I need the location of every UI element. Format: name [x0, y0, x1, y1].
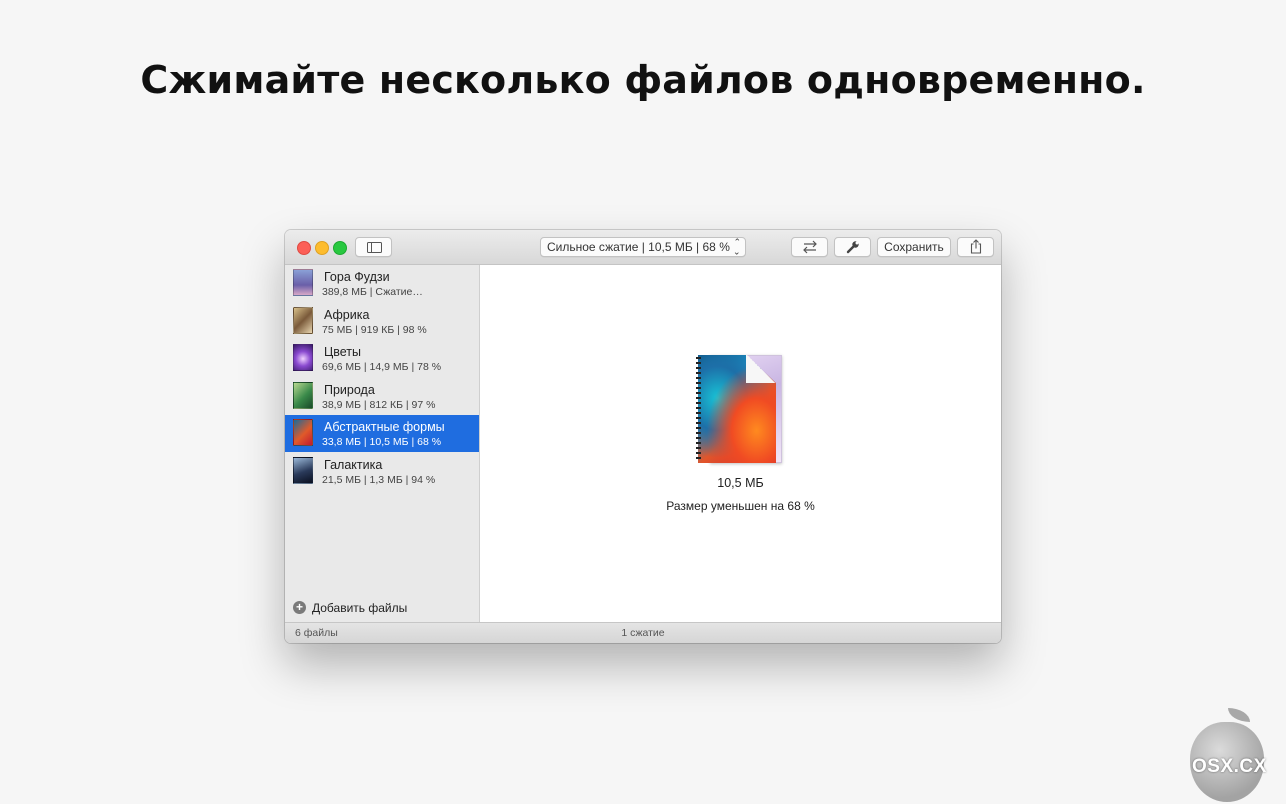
preview-pane: 10,5 МБ Размер уменьшен на 68 % [480, 265, 1001, 622]
plus-icon: + [293, 601, 306, 614]
share-button[interactable] [957, 237, 994, 257]
swap-arrows-icon [802, 240, 817, 254]
file-name: Абстрактные формы [324, 420, 445, 434]
toolbar: Сильное сжатие | 10,5 МБ | 68 % ⌃ ⌃ Сохра… [285, 230, 1001, 265]
file-thumbnail [293, 306, 313, 334]
share-icon [970, 239, 981, 254]
file-thumbnail [293, 269, 313, 296]
minimize-window-button[interactable] [315, 241, 329, 255]
file-meta: 69,6 МБ | 14,9 МБ | 78 % [322, 361, 442, 373]
apple-leaf-shape [1228, 708, 1250, 722]
file-list-item[interactable]: Природа 38,9 МБ | 812 КБ | 97 % [285, 378, 479, 415]
document-fold [746, 355, 776, 383]
watermark-logo: OSX.CX [1186, 706, 1282, 804]
file-name: Природа [324, 382, 375, 397]
file-thumbnail [293, 344, 313, 371]
app-window: Сильное сжатие | 10,5 МБ | 68 % ⌃ ⌃ Сохра… [285, 230, 1001, 643]
save-button[interactable]: Сохранить [877, 237, 951, 257]
add-files-label: Добавить файлы [312, 601, 408, 615]
file-name: Гора Фудзи [324, 270, 390, 284]
file-list-item-selected[interactable]: Абстрактные формы 33,8 МБ | 10,5 МБ | 68… [285, 415, 479, 452]
file-meta: 33,8 МБ | 10,5 МБ | 68 % [322, 436, 442, 448]
file-name: Галактика [324, 457, 383, 472]
file-name: Цветы [324, 345, 361, 359]
file-meta: 389,8 МБ | Сжатие… [322, 286, 423, 298]
settings-button[interactable] [834, 237, 871, 257]
file-sidebar: Гора Фудзи 389,8 МБ | Сжатие… Африка 75 … [285, 265, 480, 622]
zoom-window-button[interactable] [333, 241, 347, 255]
watermark-text: OSX.CX [1192, 756, 1267, 777]
up-down-chevron-icon: ⌃ ⌃ [733, 237, 741, 257]
file-thumbnail [293, 419, 313, 446]
compressed-document-icon [696, 355, 782, 465]
preset-label: Сильное сжатие | 10,5 МБ | 68 % [547, 240, 730, 254]
headline: Сжимайте несколько файлов одновременно. [140, 58, 1146, 102]
file-thumbnail [293, 381, 313, 409]
file-meta: 21,5 МБ | 1,3 МБ | 94 % [322, 473, 436, 486]
file-name: Африка [324, 307, 370, 322]
status-bar: 6 файлы 1 сжатие [285, 622, 1001, 643]
result-size: 10,5 МБ [717, 476, 764, 490]
compare-button[interactable] [791, 237, 828, 257]
close-window-button[interactable] [297, 241, 311, 255]
status-compression-count: 1 сжатие [621, 627, 665, 639]
sidebar-icon [367, 242, 382, 253]
file-list-item[interactable]: Африка 75 МБ | 919 КБ | 98 % [285, 303, 479, 340]
wrench-icon [846, 241, 859, 254]
file-thumbnail [293, 456, 313, 484]
compression-preset-select[interactable]: Сильное сжатие | 10,5 МБ | 68 % ⌃ ⌃ [540, 237, 746, 257]
file-list-item[interactable]: Гора Фудзи 389,8 МБ | Сжатие… [285, 265, 479, 302]
file-meta: 75 МБ | 919 КБ | 98 % [322, 323, 427, 336]
file-meta: 38,9 МБ | 812 КБ | 97 % [322, 398, 436, 411]
sidebar-toggle-button[interactable] [355, 237, 392, 257]
file-list-item[interactable]: Цветы 69,6 МБ | 14,9 МБ | 78 % [285, 340, 479, 377]
document-spiral-binding [696, 357, 701, 461]
file-list-item[interactable]: Галактика 21,5 МБ | 1,3 МБ | 94 % [285, 453, 479, 490]
result-reduction: Размер уменьшен на 68 % [666, 499, 815, 513]
